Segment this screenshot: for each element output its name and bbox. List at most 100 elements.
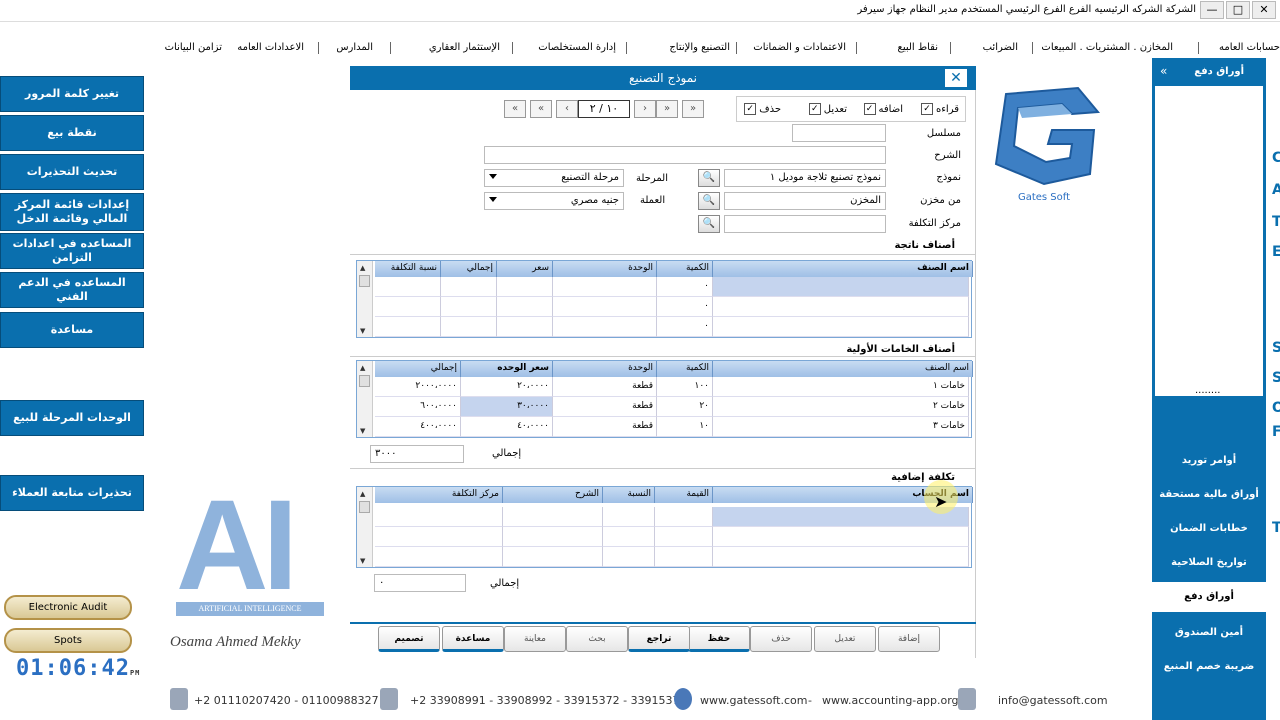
grid-cell[interactable] <box>375 297 441 317</box>
grid-cell[interactable] <box>503 527 603 547</box>
cost-center-field[interactable] <box>724 215 886 233</box>
grid-cell[interactable]: ٣٠،٠٠٠٠ <box>461 397 553 417</box>
footer-website2[interactable]: www.accounting-app.org <box>822 694 959 707</box>
check-icon[interactable]: ✓ <box>920 103 933 115</box>
grid-cell[interactable] <box>713 527 969 547</box>
col-percentage[interactable]: النسبة <box>603 487 655 503</box>
collapse-icon[interactable]: « <box>1160 64 1167 78</box>
menu-credits-guarantees[interactable]: الاعتمادات و الضمانات <box>753 42 846 53</box>
grid-cell[interactable] <box>655 547 713 567</box>
right-item-guarantee-letters[interactable]: خطابات الضمان <box>1152 514 1266 544</box>
help-toolbar-button[interactable]: مساعدة <box>442 626 504 652</box>
chevron-down-icon[interactable] <box>489 174 497 179</box>
last-record-icon[interactable]: » <box>682 100 704 118</box>
col-value[interactable]: القيمة <box>655 487 713 503</box>
design-button[interactable]: تصميم <box>378 626 440 652</box>
perm-read[interactable]: قراءه ✓ <box>920 103 959 115</box>
col-cost-center[interactable]: مركز التكلفة <box>375 487 503 503</box>
grid-cell[interactable] <box>375 527 503 547</box>
grid-cell[interactable] <box>375 277 441 297</box>
col-cost-ratio[interactable]: نسبة التكلفة <box>375 261 441 277</box>
from-store-field[interactable]: المخزن <box>724 192 886 210</box>
chevron-down-icon[interactable] <box>489 197 497 202</box>
menu-taxes[interactable]: الضرائب <box>983 42 1018 53</box>
grid-cell[interactable]: خامات ١ <box>713 377 969 397</box>
col-quantity[interactable]: الكمية <box>657 261 713 277</box>
grid-cell[interactable]: قطعة <box>553 377 657 397</box>
materials-grid[interactable]: ▲ ▼ اسم الصنف الكمية الوحدة سعر الوحده إج… <box>356 360 973 438</box>
undo-button[interactable]: تراجع <box>628 626 690 652</box>
grid-cell[interactable] <box>553 277 657 297</box>
edit-button[interactable]: تعديل <box>814 626 876 652</box>
customer-followup-warnings-button[interactable]: تحذيرات متابعة العملاء <box>0 475 144 511</box>
scroll-thumb[interactable] <box>359 275 370 287</box>
grid-cell[interactable] <box>497 297 553 317</box>
maximize-button[interactable]: □ <box>1226 1 1250 19</box>
units-for-sale-button[interactable]: الوحدات المرحلة للبيع <box>0 400 144 436</box>
menu-schools[interactable]: المدارس <box>336 42 373 53</box>
grid-cell[interactable]: ٠ <box>657 277 713 297</box>
right-item-cashier[interactable]: أمين الصندوق <box>1152 618 1266 648</box>
menu-data-sync[interactable]: تزامن البيانات <box>165 42 222 53</box>
help-button[interactable]: مساعدة <box>0 312 144 348</box>
grid-cell[interactable] <box>603 547 655 567</box>
next-record-icon[interactable]: › <box>634 100 656 118</box>
menu-real-estate[interactable]: الإستثمار العقاري <box>429 42 500 53</box>
grid-cell[interactable] <box>553 317 657 337</box>
grid-scrollbar[interactable]: ▲ ▼ <box>357 261 373 337</box>
perm-edit[interactable]: تعديل ✓ <box>808 103 847 115</box>
scroll-up-icon[interactable]: ▲ <box>360 490 365 498</box>
prev-page-icon[interactable]: » <box>656 100 678 118</box>
grid-cell[interactable] <box>497 317 553 337</box>
grid-cell[interactable] <box>713 317 969 337</box>
col-description[interactable]: الشرح <box>503 487 603 503</box>
right-item-supply-orders[interactable]: أوامر توريد <box>1152 446 1266 476</box>
grid-cell[interactable] <box>375 317 441 337</box>
check-icon[interactable]: ✓ <box>808 103 821 115</box>
currency-select[interactable]: جنيه مصري <box>484 192 624 210</box>
check-icon[interactable]: ✓ <box>863 103 876 115</box>
footer-email[interactable]: info@gatessoft.com <box>998 694 1108 707</box>
extra-cost-grid[interactable]: ▲▼ اسم الحساب القيمة النسبة الشرح مركز ا… <box>356 486 973 568</box>
menu-pos[interactable]: نقاط البيع <box>898 42 939 53</box>
close-icon[interactable]: ✕ <box>945 69 967 87</box>
col-total[interactable]: إجمالي <box>441 261 497 277</box>
right-item-expiry-dates[interactable]: تواريخ الصلاحية <box>1152 548 1266 578</box>
grid-cell[interactable]: ١٠٠ <box>657 377 713 397</box>
delete-button[interactable]: حذف <box>750 626 812 652</box>
grid-cell[interactable]: خامات ٣ <box>713 417 969 437</box>
grid-cell[interactable] <box>713 297 969 317</box>
col-total[interactable]: إجمالي <box>375 361 461 377</box>
grid-cell[interactable]: ٠ <box>657 317 713 337</box>
grid-cell[interactable] <box>441 317 497 337</box>
save-button[interactable]: حفظ <box>688 626 750 652</box>
grid-cell[interactable] <box>441 297 497 317</box>
menu-general-accounts[interactable]: حسابات العامه <box>1219 42 1280 53</box>
stage-select[interactable]: مرحلة التصنيع <box>484 169 624 187</box>
grid-cell[interactable] <box>375 507 503 527</box>
menu-stores-sales[interactable]: المخازن . المشتريات . المبيعات <box>1041 42 1173 53</box>
scroll-up-icon[interactable]: ▲ <box>360 264 365 272</box>
grid-scrollbar[interactable]: ▲ ▼ <box>357 487 373 567</box>
model-field[interactable]: نموذج تصنيع ثلاجة موديل ١ <box>724 169 886 187</box>
add-button[interactable]: إضافة <box>878 626 940 652</box>
right-item-due-papers[interactable]: أوراق مالية مستحقة <box>1152 480 1266 510</box>
grid-cell[interactable]: ١٠ <box>657 417 713 437</box>
col-unit[interactable]: الوحدة <box>553 361 657 377</box>
col-unit[interactable]: الوحدة <box>553 261 657 277</box>
grid-cell[interactable]: ٦٠٠،٠٠٠٠ <box>375 397 461 417</box>
right-item-payment-papers[interactable]: أوراق دفع <box>1152 582 1266 612</box>
grid-scrollbar[interactable]: ▲ ▼ <box>357 361 373 437</box>
grid-cell[interactable]: ٢٠ <box>657 397 713 417</box>
change-password-button[interactable]: تغيير كلمة المرور <box>0 76 144 112</box>
menu-extracts[interactable]: إدارة المستخلصات <box>538 42 616 53</box>
grid-cell[interactable] <box>655 527 713 547</box>
minimize-button[interactable]: — <box>1200 1 1224 19</box>
grid-cell[interactable]: ٢٠٠٠،٠٠٠٠ <box>375 377 461 397</box>
grid-cell[interactable] <box>375 547 503 567</box>
col-quantity[interactable]: الكمية <box>657 361 713 377</box>
support-help-button[interactable]: المساعده في الدعم الفني <box>0 272 144 308</box>
record-pager[interactable]: ١٠ / ٢ <box>578 100 630 118</box>
first-record-icon[interactable]: « <box>504 100 526 118</box>
scroll-down-icon[interactable]: ▼ <box>360 327 365 335</box>
